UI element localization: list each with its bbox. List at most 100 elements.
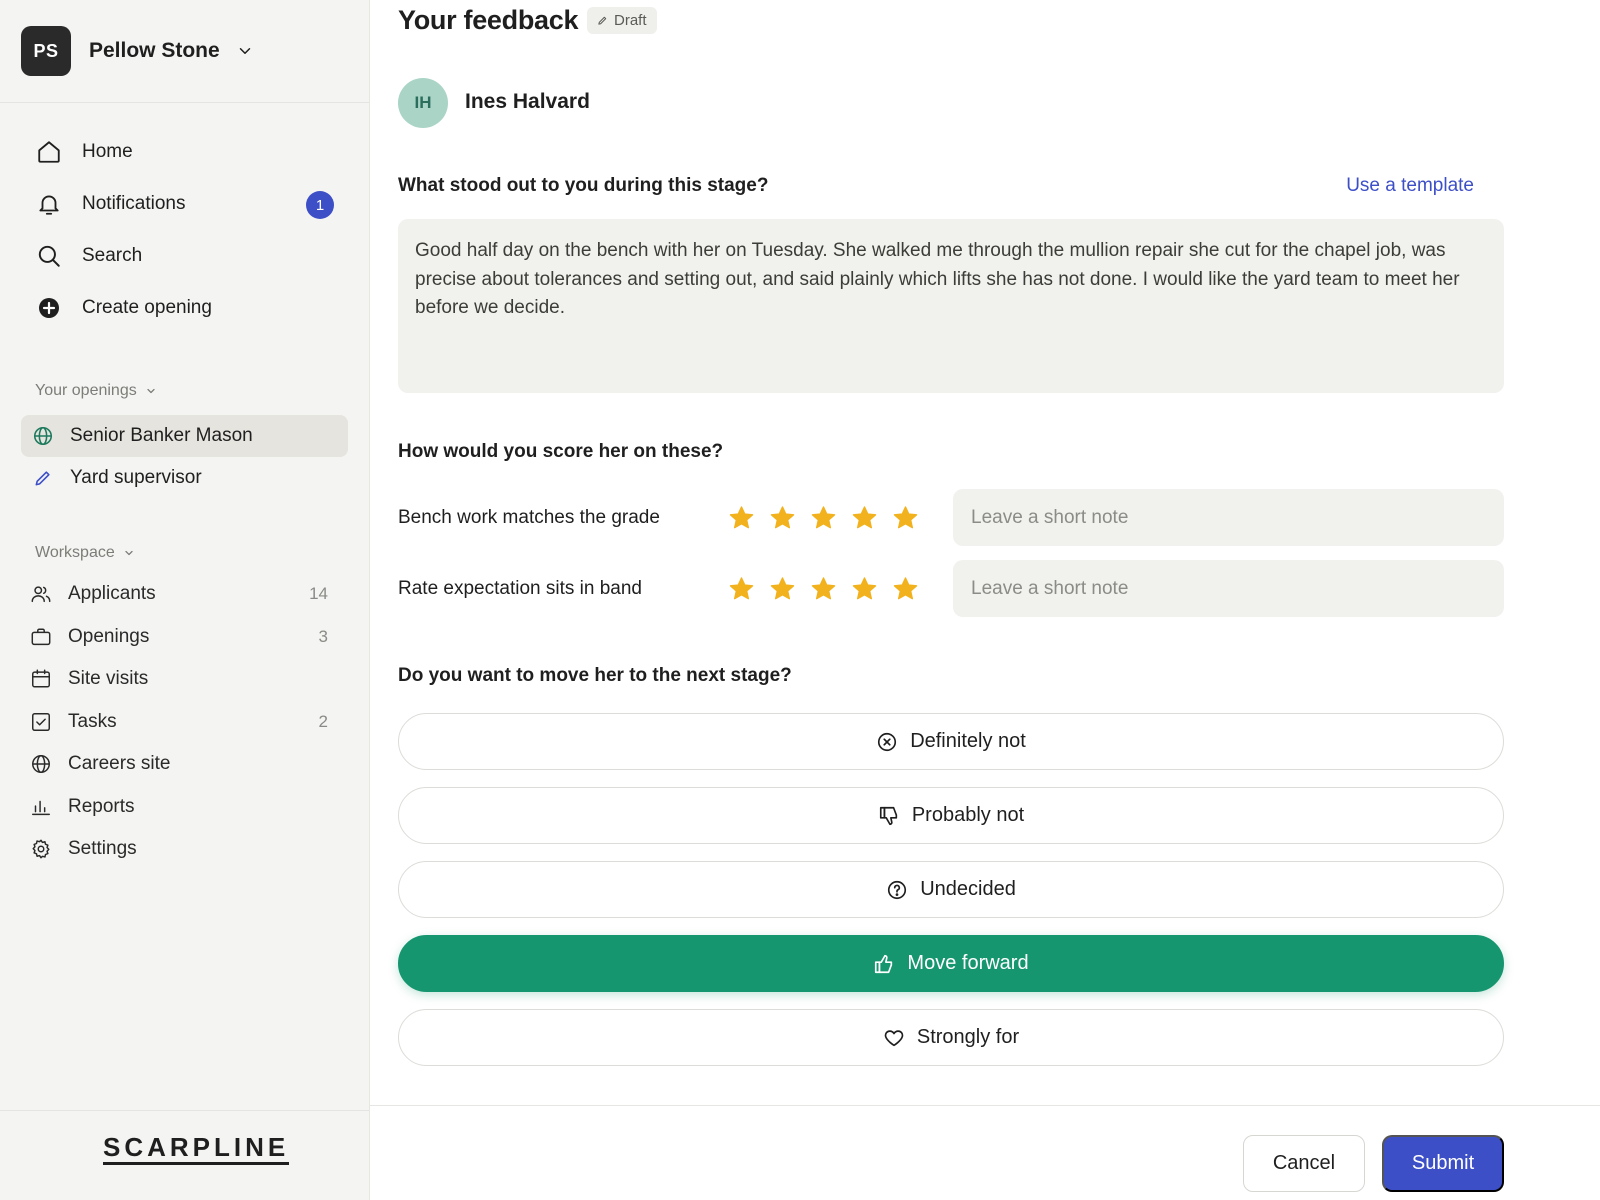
- status-label: Draft: [614, 12, 647, 29]
- workspace-avatar: PS: [21, 26, 71, 76]
- pencil-icon: [598, 16, 607, 25]
- candidate-name: Ines Halvard: [465, 90, 590, 113]
- nav-item-reports[interactable]: Reports: [21, 786, 348, 829]
- star-icon[interactable]: [769, 504, 796, 531]
- status-badge: Draft: [587, 7, 657, 34]
- choice-move-forward-button[interactable]: Move forward: [398, 935, 1504, 992]
- opening-item-senior-banker-mason[interactable]: Senior Banker Mason: [21, 415, 348, 457]
- thumbs-down-icon: [878, 805, 900, 827]
- item-count: 3: [318, 626, 328, 646]
- choice-strongly-for-button[interactable]: Strongly for: [398, 1009, 1504, 1066]
- your-openings-toggle[interactable]: Your openings: [35, 382, 157, 400]
- chevron-down-icon: [239, 48, 250, 54]
- briefcase-icon: [30, 626, 52, 648]
- choice-probably-not-button[interactable]: Probably not: [398, 787, 1504, 844]
- main-nav: Home Notifications 1 Search Create openi…: [21, 126, 348, 334]
- item-count: 14: [309, 584, 328, 604]
- sidebar: PS Pellow Stone Home Notifications 1 Sea…: [0, 0, 370, 1200]
- globe-icon: [30, 753, 52, 775]
- nav-item-notifications[interactable]: Notifications 1: [21, 178, 348, 230]
- submit-button[interactable]: Submit: [1382, 1135, 1504, 1192]
- notification-count-badge: 1: [306, 191, 334, 219]
- opening-item-yard-supervisor[interactable]: Yard supervisor: [21, 457, 348, 499]
- nav-item-tasks[interactable]: Tasks 2: [21, 701, 348, 744]
- star-icon[interactable]: [851, 575, 878, 602]
- star-icon[interactable]: [810, 575, 837, 602]
- feedback-panel: Your feedback Draft IH Ines Halvard What…: [370, 0, 1600, 1200]
- nav-item-careers-site[interactable]: Careers site: [21, 743, 348, 786]
- thumbs-up-icon: [873, 953, 895, 975]
- score-row: Rate expectation sits in band: [398, 560, 1504, 617]
- question-stood-out: What stood out to you during this stage?: [398, 175, 769, 196]
- section-label: Your openings: [35, 382, 137, 399]
- workspace-section-toggle[interactable]: Workspace: [35, 544, 135, 562]
- nav-label: Tasks: [68, 710, 117, 732]
- gear-icon: [30, 838, 52, 860]
- nav-label: Create opening: [82, 297, 212, 318]
- brand-footer: SCARPLINE: [0, 1110, 369, 1200]
- feedback-notes-textarea[interactable]: Good half day on the bench with her on T…: [398, 219, 1504, 393]
- form-footer: Cancel Submit: [370, 1105, 1600, 1200]
- score-note-input[interactable]: [953, 560, 1504, 617]
- score-note-input[interactable]: [953, 489, 1504, 546]
- x-circle-icon: [876, 731, 898, 753]
- opening-label: Senior Banker Mason: [70, 425, 253, 446]
- brand-logo: SCARPLINE: [103, 1134, 290, 1165]
- nav-label: Home: [82, 141, 133, 162]
- score-row: Bench work matches the grade: [398, 489, 1504, 546]
- nav-item-create-opening[interactable]: Create opening: [21, 282, 348, 334]
- bell-icon: [36, 191, 62, 217]
- choice-label: Definitely not: [910, 730, 1026, 752]
- choice-label: Move forward: [907, 952, 1029, 974]
- plus-circle-icon: [36, 295, 62, 321]
- choice-label: Strongly for: [916, 1026, 1020, 1048]
- star-icon[interactable]: [892, 504, 919, 531]
- star-icon[interactable]: [851, 504, 878, 531]
- workspace-nav: Applicants 14 Openings 3 Site visits Tas…: [21, 573, 348, 871]
- item-count: 2: [318, 711, 328, 731]
- score-criterion-label: Bench work matches the grade: [398, 506, 660, 528]
- nav-item-settings[interactable]: Settings: [21, 828, 348, 871]
- nav-label: Openings: [68, 625, 150, 647]
- nav-label: Site visits: [68, 668, 149, 690]
- checkbox-icon: [30, 711, 52, 733]
- use-template-link[interactable]: Use a template: [1346, 175, 1474, 197]
- question-score: How would you score her on these?: [398, 441, 724, 462]
- nav-item-openings[interactable]: Openings 3: [21, 616, 348, 659]
- score-criterion-label: Rate expectation sits in band: [398, 577, 642, 599]
- opening-label: Yard supervisor: [70, 467, 202, 488]
- star-icon[interactable]: [810, 504, 837, 531]
- page-title: Your feedback: [398, 5, 579, 35]
- choice-label: Undecided: [920, 878, 1016, 900]
- question-next-stage: Do you want to move her to the next stag…: [398, 665, 792, 686]
- cancel-button[interactable]: Cancel: [1243, 1135, 1365, 1192]
- choice-label: Probably not: [911, 804, 1025, 826]
- choice-undecided-button[interactable]: Undecided: [398, 861, 1504, 918]
- choice-definitely-not-button[interactable]: Definitely not: [398, 713, 1504, 770]
- star-rating[interactable]: [728, 504, 919, 531]
- chevron-down-icon: [125, 550, 133, 556]
- nav-label: Reports: [68, 795, 135, 817]
- star-icon[interactable]: [892, 575, 919, 602]
- nav-item-search[interactable]: Search: [21, 230, 348, 282]
- nav-label: Search: [82, 245, 143, 266]
- workspace-name: Pellow Stone: [89, 39, 220, 62]
- nav-label: Notifications: [82, 193, 186, 214]
- nav-item-applicants[interactable]: Applicants 14: [21, 573, 348, 616]
- star-icon[interactable]: [769, 575, 796, 602]
- nav-label: Settings: [68, 838, 137, 860]
- nav-label: Applicants: [68, 583, 156, 605]
- heart-icon: [883, 1027, 905, 1049]
- bar-chart-icon: [30, 796, 52, 818]
- workspace-switcher[interactable]: PS Pellow Stone: [0, 0, 369, 103]
- star-rating[interactable]: [728, 575, 919, 602]
- candidate-avatar: IH: [398, 78, 448, 128]
- users-icon: [30, 583, 52, 605]
- search-icon: [36, 243, 62, 269]
- nav-item-site-visits[interactable]: Site visits: [21, 658, 348, 701]
- question-circle-icon: [886, 879, 908, 901]
- nav-label: Careers site: [68, 753, 171, 775]
- nav-item-home[interactable]: Home: [21, 126, 348, 178]
- star-icon[interactable]: [728, 575, 755, 602]
- star-icon[interactable]: [728, 504, 755, 531]
